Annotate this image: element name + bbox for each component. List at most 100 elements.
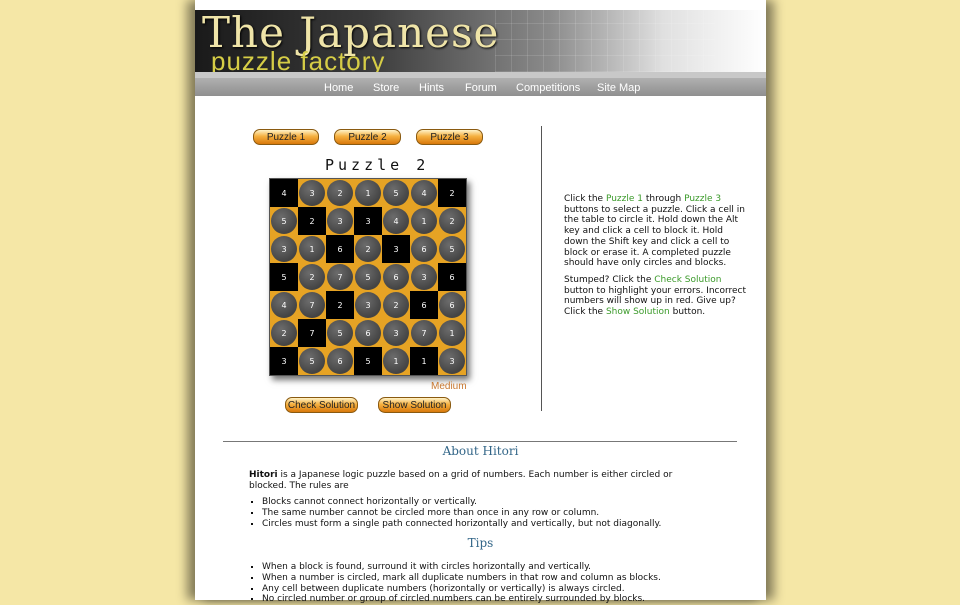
cell-number: 4 [281, 188, 287, 198]
puzzle-1-reference: Puzzle 1 [605, 194, 643, 204]
cell-number: 3 [337, 216, 343, 226]
nav-hints[interactable]: Hints [419, 82, 444, 94]
check-solution-button[interactable]: Check Solution [285, 397, 358, 413]
puzzle-cell[interactable]: 7 [298, 319, 326, 347]
puzzle-cell[interactable]: 6 [326, 347, 354, 375]
cell-number: 1 [393, 356, 399, 366]
cell-number: 6 [421, 300, 427, 310]
cell-number: 6 [337, 356, 343, 366]
cell-number: 2 [281, 328, 287, 338]
puzzle-cell[interactable]: 2 [326, 179, 354, 207]
puzzle-cell[interactable]: 4 [382, 207, 410, 235]
nav-competitions[interactable]: Competitions [516, 82, 580, 94]
instructions-text: button. [669, 307, 706, 318]
puzzle-cell[interactable]: 5 [298, 347, 326, 375]
puzzle-cell[interactable]: 7 [410, 319, 438, 347]
puzzle-cell[interactable]: 3 [270, 347, 298, 375]
instructions-text: through [642, 194, 685, 204]
cell-number: 5 [281, 216, 287, 226]
puzzle-cell[interactable]: 3 [410, 263, 438, 291]
puzzle-2-button[interactable]: Puzzle 2 [334, 129, 401, 145]
cell-number: 2 [365, 244, 371, 254]
check-solution-reference: Check Solution [654, 274, 722, 285]
cell-number: 5 [281, 272, 287, 282]
cell-number: 6 [449, 300, 455, 310]
cell-number: 1 [309, 244, 315, 254]
puzzle-1-button[interactable]: Puzzle 1 [253, 129, 319, 145]
puzzle-cell[interactable]: 6 [410, 235, 438, 263]
puzzle-cell[interactable]: 3 [298, 179, 326, 207]
puzzle-cell[interactable]: 2 [298, 263, 326, 291]
puzzle-cell[interactable]: 3 [382, 319, 410, 347]
puzzle-cell[interactable]: 6 [382, 263, 410, 291]
nav-bar: Home Store Hints Forum Competitions Site… [195, 72, 766, 96]
puzzle-cell[interactable]: 6 [438, 263, 466, 291]
puzzle-cell[interactable]: 2 [326, 291, 354, 319]
show-solution-button[interactable]: Show Solution [378, 397, 451, 413]
cell-number: 1 [365, 188, 371, 198]
list-item: The same number cannot be circled more t… [262, 508, 722, 519]
puzzle-cell[interactable]: 3 [270, 235, 298, 263]
puzzle-cell[interactable]: 5 [270, 263, 298, 291]
instructions-text: Click the [564, 194, 606, 204]
puzzle-cell[interactable]: 2 [354, 235, 382, 263]
nav-site-map[interactable]: Site Map [597, 82, 640, 94]
cell-number: 4 [393, 216, 399, 226]
puzzle-cell[interactable]: 2 [270, 319, 298, 347]
puzzle-3-button[interactable]: Puzzle 3 [416, 129, 483, 145]
puzzle-cell[interactable]: 2 [438, 179, 466, 207]
section-divider [223, 441, 737, 442]
puzzle-cell[interactable]: 7 [326, 263, 354, 291]
puzzle-cell[interactable]: 7 [298, 291, 326, 319]
puzzle-3-reference: Puzzle 3 [684, 194, 722, 204]
puzzle-cell[interactable]: 1 [354, 179, 382, 207]
puzzle-cell[interactable]: 2 [298, 207, 326, 235]
puzzle-cell[interactable]: 5 [438, 235, 466, 263]
instructions-text: buttons to select a puzzle. Click a cell… [564, 204, 745, 269]
tips-list: When a block is found, surround it with … [249, 562, 722, 605]
nav-home[interactable]: Home [324, 82, 353, 94]
puzzle-cell[interactable]: 1 [410, 207, 438, 235]
list-item: When a block is found, surround it with … [262, 562, 722, 573]
puzzle-cell[interactable]: 4 [410, 179, 438, 207]
puzzle-cell[interactable]: 2 [382, 291, 410, 319]
cell-number: 3 [281, 356, 287, 366]
nav-forum[interactable]: Forum [465, 82, 497, 94]
cell-number: 7 [309, 328, 315, 338]
cell-number: 5 [393, 188, 399, 198]
puzzle-cell[interactable]: 2 [438, 207, 466, 235]
puzzle-cell[interactable]: 3 [354, 207, 382, 235]
puzzle-cell[interactable]: 5 [326, 319, 354, 347]
cell-number: 2 [337, 300, 343, 310]
instructions-paragraph-2: Stumped? Click the Check Solution button… [564, 275, 749, 318]
about-heading: About Hitori [442, 444, 519, 458]
puzzle-cell[interactable]: 1 [410, 347, 438, 375]
cell-number: 5 [309, 356, 315, 366]
puzzle-cell[interactable]: 3 [326, 207, 354, 235]
puzzle-cell[interactable]: 1 [298, 235, 326, 263]
puzzle-cell[interactable]: 3 [354, 291, 382, 319]
puzzle-cell[interactable]: 5 [354, 263, 382, 291]
puzzle-cell[interactable]: 6 [438, 291, 466, 319]
puzzle-cell[interactable]: 4 [270, 291, 298, 319]
puzzle-cell[interactable]: 5 [382, 179, 410, 207]
puzzle-cell[interactable]: 6 [354, 319, 382, 347]
cell-number: 7 [421, 328, 427, 338]
cell-number: 2 [309, 216, 315, 226]
puzzle-title: Puzzle 2 [325, 156, 430, 174]
puzzle-cell[interactable]: 1 [382, 347, 410, 375]
puzzle-cell[interactable]: 6 [326, 235, 354, 263]
puzzle-cell[interactable]: 4 [270, 179, 298, 207]
nav-store[interactable]: Store [373, 82, 399, 94]
cell-number: 3 [421, 272, 427, 282]
banner-grid-pattern [495, 10, 715, 72]
puzzle-cell[interactable]: 6 [410, 291, 438, 319]
puzzle-cell[interactable]: 3 [438, 347, 466, 375]
cell-number: 2 [309, 272, 315, 282]
puzzle-cell[interactable]: 5 [354, 347, 382, 375]
list-item: Blocks cannot connect horizontally or ve… [262, 497, 722, 508]
about-intro: Hitori is a Japanese logic puzzle based … [249, 470, 689, 498]
puzzle-cell[interactable]: 5 [270, 207, 298, 235]
puzzle-cell[interactable]: 1 [438, 319, 466, 347]
puzzle-cell[interactable]: 3 [382, 235, 410, 263]
